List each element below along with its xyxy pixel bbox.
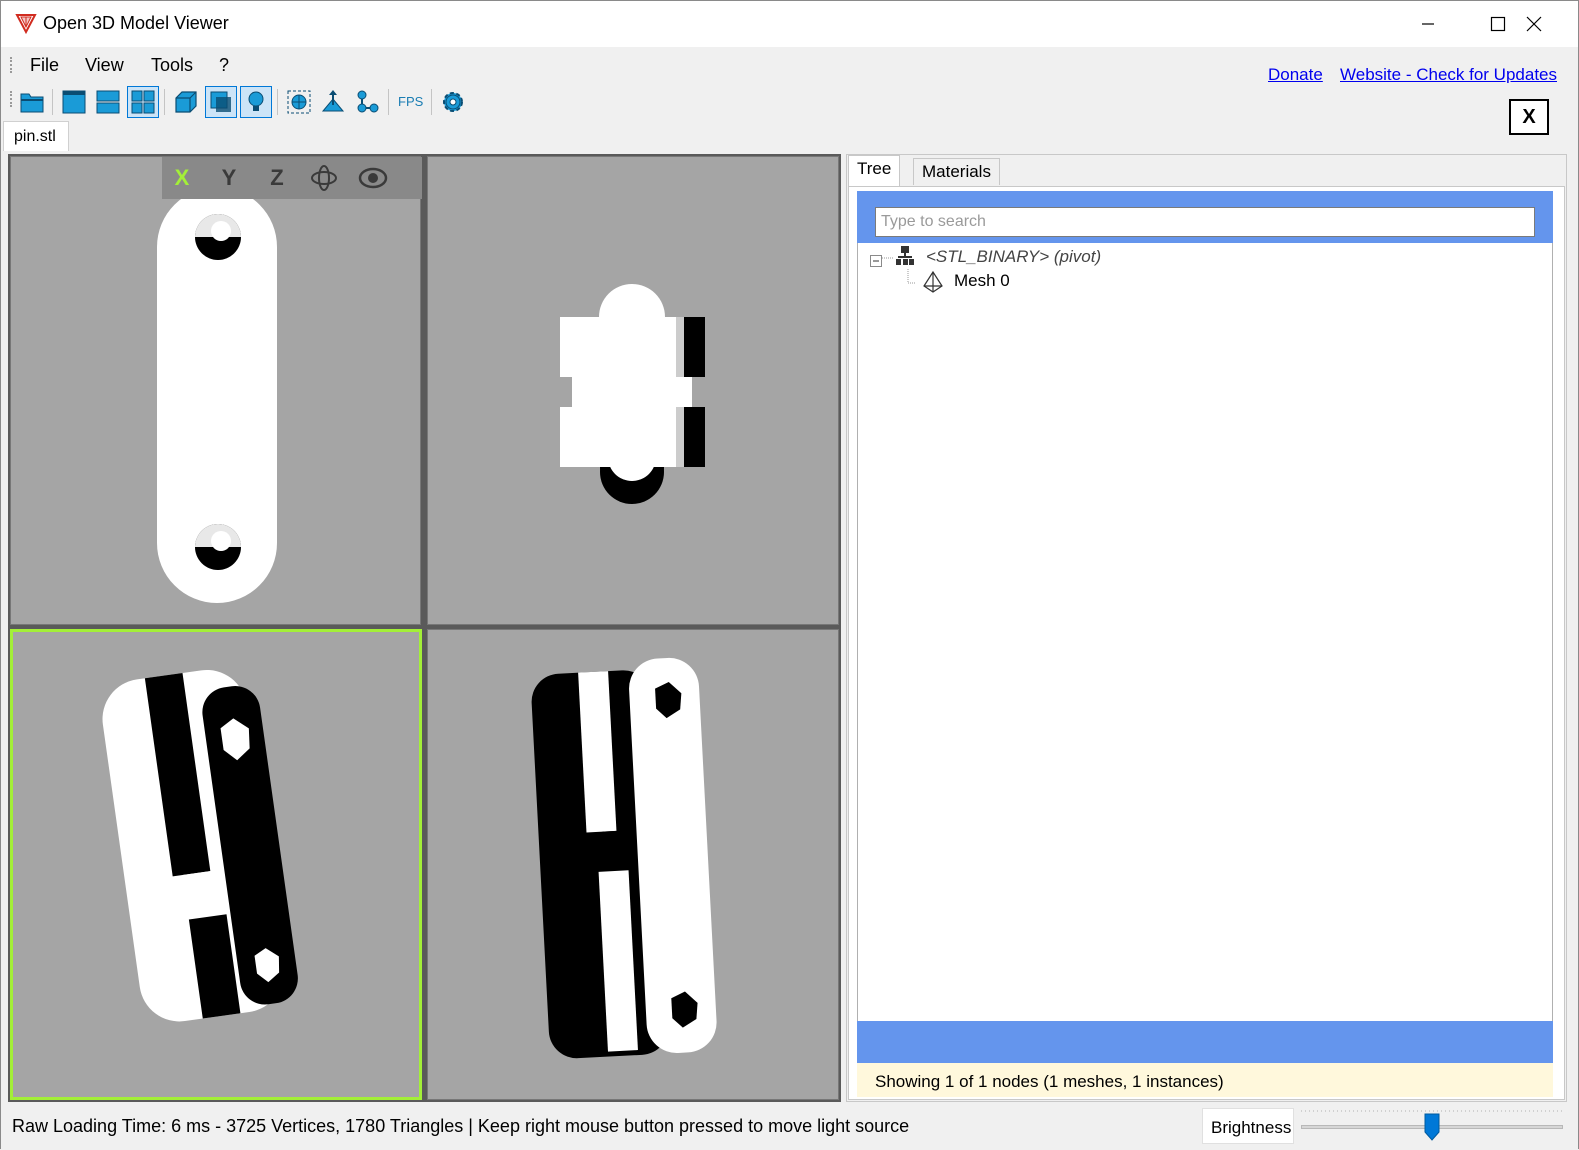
status-bar: Raw Loading Time: 6 ms - 3725 Vertices, … xyxy=(1,1108,1578,1150)
tree-node-root[interactable]: <STL_BINARY> (pivot) xyxy=(926,247,1101,267)
title-bar: Open 3D Model Viewer xyxy=(1,1,1578,47)
model-front-view xyxy=(157,187,277,603)
minimize-icon xyxy=(1422,23,1434,25)
viewport-bottom-left-active[interactable] xyxy=(10,629,422,1100)
skeleton-button[interactable] xyxy=(351,86,383,118)
textured-button[interactable] xyxy=(205,86,237,118)
zoom-to-fit-button[interactable] xyxy=(283,86,315,118)
model-perspective-view-1 xyxy=(102,669,298,1022)
scene-tree: <STL_BINARY> (pivot) Mesh 0 xyxy=(857,243,1553,1021)
menu-help[interactable]: ? xyxy=(219,55,229,76)
brightness-label: Brightness xyxy=(1202,1108,1294,1144)
tab-tree[interactable]: Tree xyxy=(848,155,901,187)
close-window-button[interactable] xyxy=(1498,1,1570,47)
document-tab-pin-stl[interactable]: pin.stl xyxy=(3,121,69,151)
axis-y-button[interactable]: Y xyxy=(214,165,244,191)
normals-icon xyxy=(321,90,345,112)
zoom-to-fit-icon xyxy=(287,90,311,114)
window-title: Open 3D Model Viewer xyxy=(43,13,229,33)
close-tab-button[interactable]: X xyxy=(1509,99,1549,135)
single-view-icon xyxy=(62,90,86,114)
fps-button[interactable]: FPS xyxy=(398,94,423,109)
tree-footer-bar xyxy=(857,1021,1553,1063)
axis-z-button[interactable]: Z xyxy=(262,165,292,191)
menu-grip xyxy=(10,57,13,73)
menu-tools[interactable]: Tools xyxy=(151,55,193,76)
website-link[interactable]: Website - Check for Updates xyxy=(1340,65,1557,85)
brightness-slider-thumb[interactable] xyxy=(1424,1113,1440,1141)
axis-toolbar: X Y Z xyxy=(162,157,422,199)
open-button[interactable] xyxy=(16,86,48,118)
menu-file[interactable]: File xyxy=(30,55,59,76)
search-input[interactable]: Type to search xyxy=(875,207,1535,237)
four-view-icon xyxy=(131,90,155,114)
toolbar: FPS xyxy=(1,83,1578,121)
minimize-button[interactable] xyxy=(1393,1,1463,47)
close-icon xyxy=(1526,16,1542,32)
menu-bar: File View Tools ? Donate Website - Check… xyxy=(1,47,1578,85)
gear-icon xyxy=(443,92,463,112)
single-view-button[interactable] xyxy=(58,86,90,118)
app-window: Open 3D Model Viewer File View Tools ? D… xyxy=(0,0,1579,1150)
viewport-top-left[interactable]: X Y Z xyxy=(10,156,422,625)
textured-icon xyxy=(210,91,231,112)
settings-button[interactable] xyxy=(437,86,469,118)
mesh-icon xyxy=(922,270,944,298)
four-view-button[interactable] xyxy=(127,86,159,118)
normals-button[interactable] xyxy=(317,86,349,118)
app-logo-icon xyxy=(15,12,37,35)
toolbar-grip xyxy=(10,91,13,107)
open-icon xyxy=(20,93,44,113)
scene-panel: Tree Materials Type to search <STL_BINAR… xyxy=(846,154,1567,1102)
lighting-button[interactable] xyxy=(240,86,272,118)
status-message: Raw Loading Time: 6 ms - 3725 Vertices, … xyxy=(12,1116,910,1136)
donate-link[interactable]: Donate xyxy=(1268,65,1323,85)
tree-status-text: Showing 1 of 1 nodes (1 meshes, 1 instan… xyxy=(857,1063,1553,1097)
model-top-view xyxy=(560,284,705,504)
menu-view[interactable]: View xyxy=(85,55,124,76)
two-view-icon xyxy=(96,90,120,114)
search-header: Type to search xyxy=(857,191,1553,243)
wireframe-button[interactable] xyxy=(170,86,202,118)
tree-node-mesh[interactable]: Mesh 0 xyxy=(954,271,1010,291)
viewport-top-right[interactable] xyxy=(427,156,839,625)
viewport-bottom-right[interactable] xyxy=(427,629,839,1100)
viewport-grid: X Y Z xyxy=(8,154,841,1102)
hierarchy-icon xyxy=(895,245,915,272)
skeleton-icon xyxy=(357,90,379,113)
tree-tab-content: Type to search <STL_BINARY> (pivot) Mesh… xyxy=(848,186,1565,1100)
lightbulb-icon xyxy=(248,91,264,111)
axis-x-button[interactable]: X xyxy=(167,165,197,191)
model-perspective-view-2 xyxy=(531,657,717,1059)
wireframe-icon xyxy=(175,91,197,113)
two-view-button[interactable] xyxy=(92,86,124,118)
tab-materials[interactable]: Materials xyxy=(913,158,1000,185)
